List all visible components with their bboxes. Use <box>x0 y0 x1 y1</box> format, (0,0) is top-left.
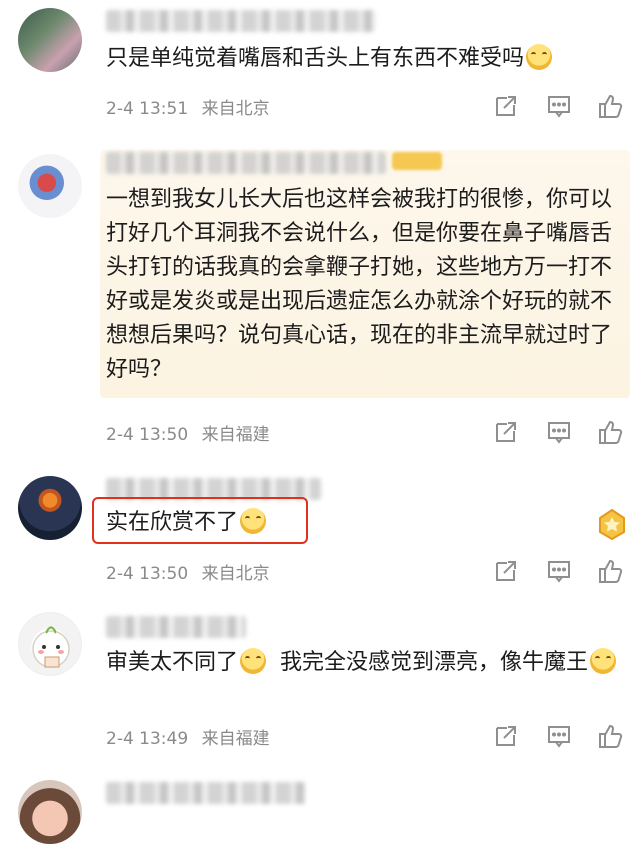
timestamp: 2-4 13:51 <box>106 99 189 119</box>
avatar[interactable] <box>18 780 82 844</box>
comment-meta: 2-4 13:51 来自北京 <box>106 94 270 119</box>
comment-meta: 2-4 13:49 来自福建 <box>106 724 270 749</box>
location: 来自福建 <box>201 425 270 445</box>
comment-actions <box>490 418 630 446</box>
avatar[interactable] <box>18 612 82 676</box>
share-icon[interactable] <box>492 722 520 750</box>
laugh-cry-emoji-icon <box>526 44 553 70</box>
laugh-cry-emoji-icon <box>240 648 267 674</box>
timestamp: 2-4 13:50 <box>106 425 189 445</box>
timestamp: 2-4 13:49 <box>106 729 189 749</box>
like-icon[interactable] <box>596 418 624 446</box>
comment-icon[interactable] <box>545 418 573 446</box>
red-highlight-frame <box>92 497 308 544</box>
comment-meta: 2-4 13:50 来自北京 <box>106 559 270 584</box>
comment-icon[interactable] <box>545 722 573 750</box>
avatar[interactable] <box>18 154 82 218</box>
like-icon[interactable] <box>596 557 624 585</box>
timestamp: 2-4 13:50 <box>106 564 189 584</box>
comment-icon[interactable] <box>545 92 573 120</box>
comment-icon[interactable] <box>545 557 573 585</box>
username-blurred[interactable] <box>106 10 376 32</box>
like-icon[interactable] <box>596 722 624 750</box>
share-icon[interactable] <box>492 92 520 120</box>
avatar[interactable] <box>18 8 82 72</box>
location: 来自北京 <box>201 99 270 119</box>
username-blurred[interactable] <box>106 152 386 174</box>
location: 来自福建 <box>201 729 270 749</box>
username-blurred[interactable] <box>106 616 246 638</box>
comment-text: 只是单纯觉着嘴唇和舌头上有东西不难受吗 <box>106 42 626 76</box>
member-badge <box>392 152 442 170</box>
username-blurred[interactable] <box>106 782 306 804</box>
comment-text: 审美太不同了 我完全没感觉到漂亮，像牛魔王 <box>106 646 621 680</box>
location: 来自北京 <box>201 564 270 584</box>
share-icon[interactable] <box>492 418 520 446</box>
comment-meta: 2-4 13:50 来自福建 <box>106 420 270 445</box>
laugh-cry-emoji-icon <box>590 648 617 674</box>
share-icon[interactable] <box>492 557 520 585</box>
comment-text: 一想到我女儿长大后也这样会被我打的很惨，你可以打好几个耳洞我不会说什么，但是你要… <box>106 187 613 382</box>
comment-actions <box>490 722 630 750</box>
comment-actions <box>490 92 630 120</box>
like-icon[interactable] <box>596 92 624 120</box>
comment-actions <box>490 557 630 585</box>
avatar[interactable] <box>18 476 82 540</box>
